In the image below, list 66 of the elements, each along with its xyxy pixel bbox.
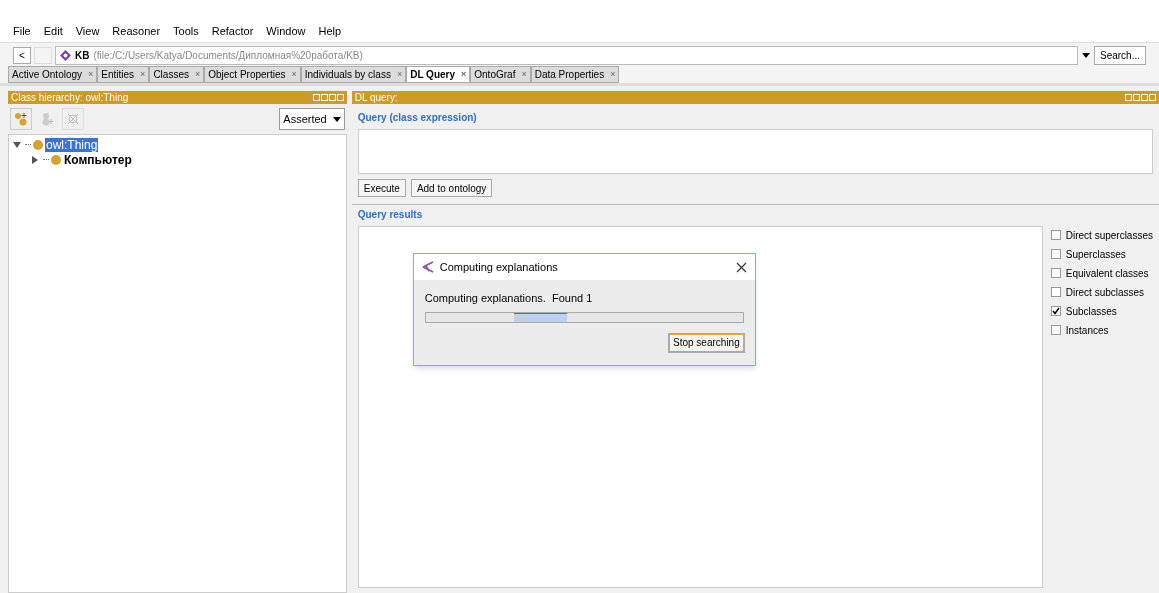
dialog-title: Computing explanations [439,259,559,275]
menu-item[interactable]: Refactor [211,22,254,40]
tree-item[interactable]: owl:Thing [45,137,99,152]
checkbox[interactable] [1050,306,1061,316]
panel-header: Class hierarchy: owl:Thing [8,91,347,104]
close-tab-icon[interactable]: × [396,67,403,82]
close-tab-icon[interactable]: × [88,67,94,82]
class-icon [33,139,43,150]
close-tab-icon[interactable]: × [194,67,201,82]
option-label: Subclasses [1065,304,1117,319]
panel-header: DL query: [351,91,1159,104]
close-tab-icon[interactable]: × [140,67,146,82]
tree-item[interactable]: Компьютер [63,152,133,167]
add-subclass-icon[interactable] [10,108,32,130]
hierarchy-mode-dropdown[interactable]: Asserted [279,108,345,130]
tab[interactable]: OntoGraf × [470,66,531,83]
close-tab-icon[interactable]: × [291,67,297,82]
checkbox[interactable] [1050,287,1061,297]
option-label: Superclasses [1065,247,1126,262]
panel-controls-icon [1125,94,1156,101]
option-label: Instances [1065,323,1109,338]
caret-icon [332,116,341,122]
stop-searching-button[interactable]: Stop searching [669,333,744,352]
menu-item[interactable]: View [75,22,100,40]
panel-controls-icon [312,94,344,101]
menu-item[interactable]: Help [318,22,342,40]
ontology-name: KB [75,49,90,63]
app-logo-icon [421,261,434,273]
tab[interactable]: Classes × [149,66,205,83]
tab[interactable]: Entities × [97,66,150,83]
action-button[interactable]: Execute [357,179,406,197]
close-tab-icon[interactable]: × [610,67,616,82]
menu-item[interactable]: Edit [43,22,63,40]
checkbox[interactable] [1050,325,1061,335]
action-button[interactable]: Add to ontology [410,179,493,197]
search-button[interactable]: Search... [1093,46,1146,65]
checkbox[interactable] [1050,249,1061,259]
option-label: Direct superclasses [1065,228,1153,243]
expanded-icon[interactable] [13,140,23,149]
close-tab-icon[interactable]: × [521,67,527,82]
dropdown-icon[interactable] [1080,53,1091,58]
close-tab-icon[interactable]: × [461,67,467,82]
query-input[interactable] [357,129,1153,174]
class-icon [51,154,61,165]
option-label: Equivalent classes [1065,266,1149,281]
tab[interactable]: Object Properties × [204,66,301,83]
menu-item[interactable]: File [13,22,31,40]
menu-item[interactable]: Reasoner [112,22,161,40]
dialog-message: Computing explanations. Found 1 [424,291,594,306]
ontology-path: (file:/C:/Users/Katya/Documents/Дипломная%20работа/KB) [93,49,363,63]
section-label: Query results [357,208,424,222]
address-field[interactable]: KB (file:/C:/Users/Katya/Documents/Дипломная%20работа/KB) [55,46,1078,65]
close-icon[interactable] [735,261,747,273]
section-label: Query (class expression) [357,111,478,125]
tab[interactable]: DL Query × [406,66,471,83]
checkbox[interactable] [1050,230,1061,240]
option-label: Direct subclasses [1065,285,1145,300]
ontology-icon [60,50,71,61]
menu-item[interactable]: Window [266,22,306,40]
tab[interactable]: Data Properties × [530,66,620,83]
tab[interactable]: Individuals by class × [300,66,407,83]
checkbox[interactable] [1050,268,1061,278]
menu-item[interactable]: Tools [173,22,199,40]
tab[interactable]: Active Ontology × [8,66,98,83]
back-button[interactable]: < [13,47,31,64]
delete-class-icon[interactable] [62,108,84,130]
